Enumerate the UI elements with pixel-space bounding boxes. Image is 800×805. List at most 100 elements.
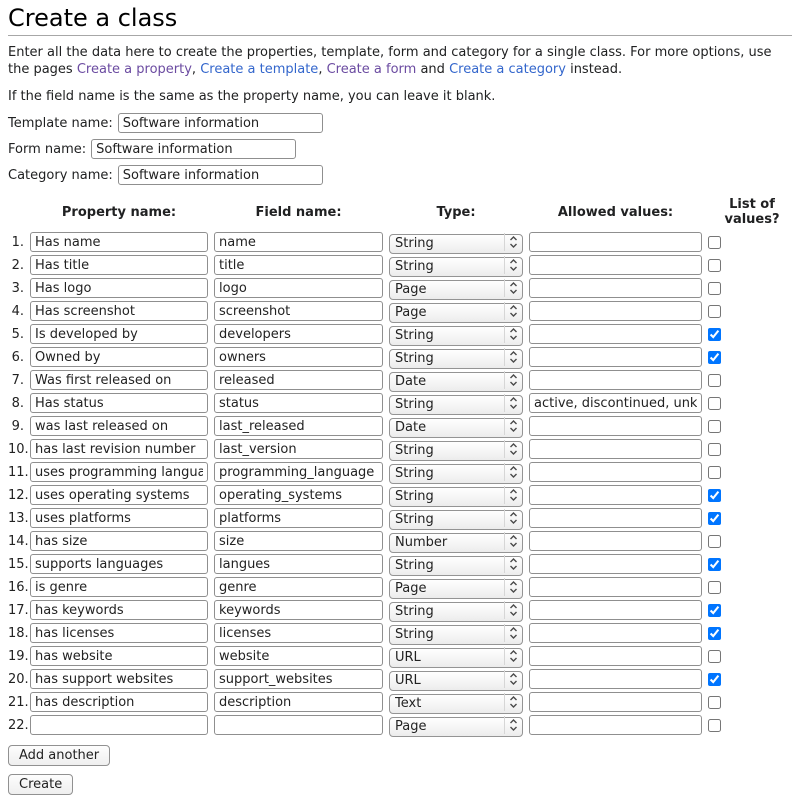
allowed-values-input[interactable] [529, 462, 702, 482]
property-name-input[interactable] [30, 646, 208, 666]
type-select[interactable]: Text [389, 694, 523, 714]
property-name-input[interactable] [30, 577, 208, 597]
type-select[interactable]: Page [389, 280, 523, 300]
list-of-values-checkbox[interactable] [708, 512, 721, 525]
field-name-input[interactable] [214, 485, 383, 505]
list-of-values-checkbox[interactable] [708, 627, 721, 640]
field-name-input[interactable] [214, 416, 383, 436]
list-of-values-checkbox[interactable] [708, 305, 721, 318]
allowed-values-input[interactable] [529, 508, 702, 528]
field-name-input[interactable] [214, 623, 383, 643]
type-select[interactable]: String [389, 487, 523, 507]
type-select[interactable]: String [389, 464, 523, 484]
property-name-input[interactable] [30, 485, 208, 505]
field-name-input[interactable] [214, 278, 383, 298]
property-name-input[interactable] [30, 462, 208, 482]
field-name-input[interactable] [214, 232, 383, 252]
type-select[interactable]: Page [389, 579, 523, 599]
field-name-input[interactable] [214, 531, 383, 551]
field-name-input[interactable] [214, 255, 383, 275]
create-button[interactable]: Create [8, 774, 73, 795]
field-name-input[interactable] [214, 669, 383, 689]
type-select[interactable]: String [389, 257, 523, 277]
property-name-input[interactable] [30, 301, 208, 321]
list-of-values-checkbox[interactable] [708, 328, 721, 341]
field-name-input[interactable] [214, 508, 383, 528]
list-of-values-checkbox[interactable] [708, 673, 721, 686]
field-name-input[interactable] [214, 301, 383, 321]
category-name-input[interactable] [118, 165, 323, 185]
property-name-input[interactable] [30, 324, 208, 344]
create-category-link[interactable]: Create a category [449, 62, 566, 77]
type-select[interactable]: Page [389, 717, 523, 737]
field-name-input[interactable] [214, 554, 383, 574]
list-of-values-checkbox[interactable] [708, 604, 721, 617]
property-name-input[interactable] [30, 600, 208, 620]
allowed-values-input[interactable] [529, 531, 702, 551]
property-name-input[interactable] [30, 232, 208, 252]
list-of-values-checkbox[interactable] [708, 650, 721, 663]
allowed-values-input[interactable] [529, 278, 702, 298]
field-name-input[interactable] [214, 324, 383, 344]
list-of-values-checkbox[interactable] [708, 351, 721, 364]
allowed-values-input[interactable] [529, 715, 702, 735]
property-name-input[interactable] [30, 692, 208, 712]
list-of-values-checkbox[interactable] [708, 719, 721, 732]
property-name-input[interactable] [30, 255, 208, 275]
list-of-values-checkbox[interactable] [708, 443, 721, 456]
type-select[interactable]: String [389, 556, 523, 576]
field-name-input[interactable] [214, 393, 383, 413]
allowed-values-input[interactable] [529, 646, 702, 666]
type-select[interactable]: String [389, 395, 523, 415]
list-of-values-checkbox[interactable] [708, 489, 721, 502]
form-name-input[interactable] [91, 139, 296, 159]
create-form-link[interactable]: Create a form [327, 62, 417, 77]
type-select[interactable]: Date [389, 418, 523, 438]
allowed-values-input[interactable] [529, 669, 702, 689]
property-name-input[interactable] [30, 347, 208, 367]
property-name-input[interactable] [30, 623, 208, 643]
field-name-input[interactable] [214, 692, 383, 712]
allowed-values-input[interactable] [529, 623, 702, 643]
property-name-input[interactable] [30, 508, 208, 528]
field-name-input[interactable] [214, 646, 383, 666]
type-select[interactable]: Date [389, 372, 523, 392]
list-of-values-checkbox[interactable] [708, 420, 721, 433]
template-name-input[interactable] [118, 113, 323, 133]
property-name-input[interactable] [30, 439, 208, 459]
type-select[interactable]: String [389, 234, 523, 254]
list-of-values-checkbox[interactable] [708, 397, 721, 410]
create-template-link[interactable]: Create a template [200, 62, 318, 77]
allowed-values-input[interactable] [529, 393, 702, 413]
list-of-values-checkbox[interactable] [708, 282, 721, 295]
property-name-input[interactable] [30, 393, 208, 413]
allowed-values-input[interactable] [529, 416, 702, 436]
list-of-values-checkbox[interactable] [708, 236, 721, 249]
allowed-values-input[interactable] [529, 301, 702, 321]
allowed-values-input[interactable] [529, 232, 702, 252]
allowed-values-input[interactable] [529, 600, 702, 620]
property-name-input[interactable] [30, 278, 208, 298]
type-select[interactable]: URL [389, 648, 523, 668]
list-of-values-checkbox[interactable] [708, 374, 721, 387]
field-name-input[interactable] [214, 439, 383, 459]
list-of-values-checkbox[interactable] [708, 535, 721, 548]
type-select[interactable]: String [389, 602, 523, 622]
property-name-input[interactable] [30, 554, 208, 574]
type-select[interactable]: Number [389, 533, 523, 553]
list-of-values-checkbox[interactable] [708, 259, 721, 272]
type-select[interactable]: String [389, 441, 523, 461]
allowed-values-input[interactable] [529, 692, 702, 712]
type-select[interactable]: String [389, 349, 523, 369]
field-name-input[interactable] [214, 600, 383, 620]
allowed-values-input[interactable] [529, 370, 702, 390]
field-name-input[interactable] [214, 347, 383, 367]
allowed-values-input[interactable] [529, 324, 702, 344]
property-name-input[interactable] [30, 370, 208, 390]
type-select[interactable]: URL [389, 671, 523, 691]
allowed-values-input[interactable] [529, 255, 702, 275]
field-name-input[interactable] [214, 715, 383, 735]
list-of-values-checkbox[interactable] [708, 466, 721, 479]
allowed-values-input[interactable] [529, 554, 702, 574]
field-name-input[interactable] [214, 370, 383, 390]
